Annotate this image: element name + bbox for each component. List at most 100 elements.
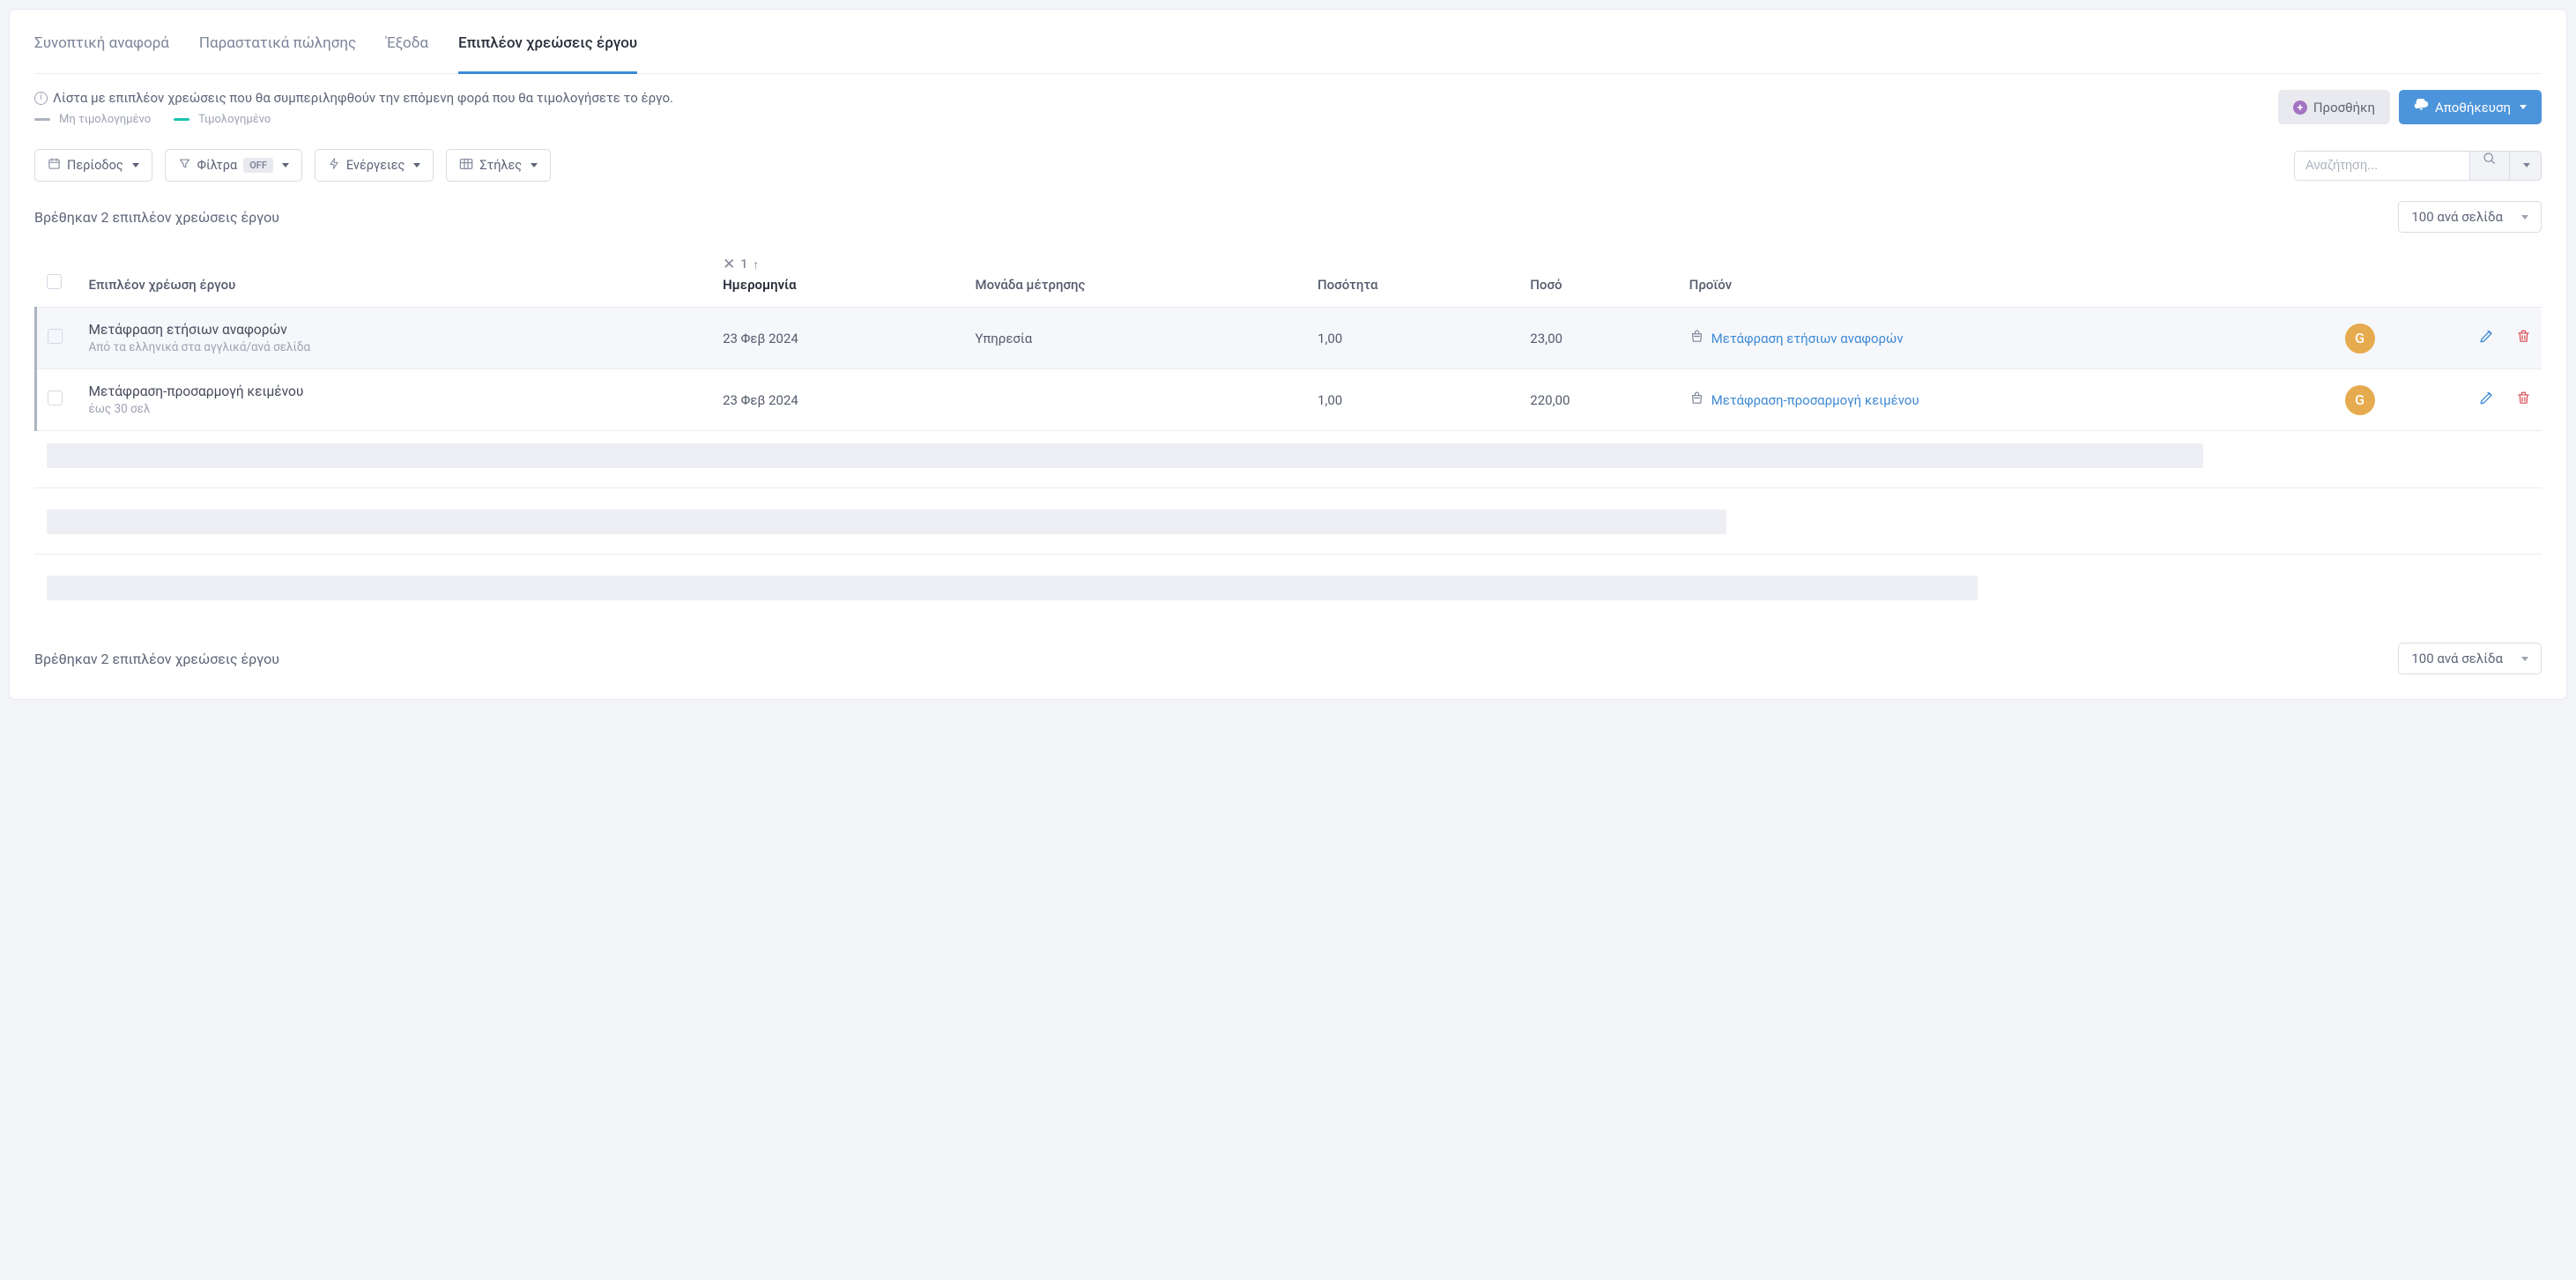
period-label: Περίοδος — [67, 158, 123, 173]
results-count-bottom: Βρέθηκαν 2 επιπλέον χρεώσεις έργου — [34, 651, 279, 667]
charge-title: Μετάφραση-προσαρμογή κειμένου — [89, 383, 702, 399]
product-link[interactable]: Μετάφραση-προσαρμογή κειμένου — [1689, 391, 1919, 409]
results-bar-top: Βρέθηκαν 2 επιπλέον χρεώσεις έργου 100 α… — [34, 201, 2542, 233]
th-product[interactable]: Προϊόν — [1679, 242, 2335, 308]
row-checkbox[interactable] — [48, 391, 63, 406]
actions-button[interactable]: Ενέργειες — [315, 149, 434, 182]
info-block: i Λίστα με επιπλέον χρεώσεις που θα συμπ… — [34, 90, 673, 126]
cell-charge: Μετάφραση-προσαρμογή κειμένου έως 30 σελ — [78, 369, 713, 431]
add-button-label: Προσθήκη — [2313, 100, 2375, 115]
page-size-select-top[interactable]: 100 ανά σελίδα — [2398, 201, 2542, 233]
tabs-bar: Συνοπτική αναφορά Παραστατικά πώλησης Έξ… — [34, 10, 2542, 74]
results-bar-bottom: Βρέθηκαν 2 επιπλέον χρεώσεις έργου 100 α… — [34, 643, 2542, 674]
legend-invoiced: Τιμολογημένο — [174, 113, 271, 126]
delete-button[interactable] — [2516, 394, 2531, 410]
lightning-icon — [328, 157, 340, 174]
th-charge[interactable]: Επιπλέον χρέωση έργου — [78, 242, 713, 308]
cell-edit — [2468, 369, 2505, 431]
chevron-down-icon — [132, 163, 139, 167]
filters-button[interactable]: Φίλτρα OFF — [165, 149, 302, 182]
plus-circle-icon: + — [2293, 100, 2307, 115]
info-icon: i — [34, 92, 48, 105]
cell-qty: 1,00 — [1307, 369, 1519, 431]
th-delete — [2505, 242, 2542, 308]
cell-amount: 23,00 — [1519, 308, 1678, 369]
page-size-select-bottom[interactable]: 100 ανά σελίδα — [2398, 643, 2542, 674]
th-date[interactable]: ✕ 1 ↑ Ημερομηνία — [712, 242, 964, 308]
charge-title: Μετάφραση ετήσιων αναφορών — [89, 322, 702, 338]
clear-sort-icon[interactable]: ✕ — [723, 256, 735, 273]
chevron-down-icon — [531, 163, 538, 167]
cell-delete — [2505, 369, 2542, 431]
skeleton-placeholder — [47, 576, 1978, 600]
filters-label: Φίλτρα — [197, 158, 238, 173]
row-checkbox-cell — [36, 308, 78, 369]
th-date-label: Ημερομηνία — [723, 277, 954, 293]
legend-invoiced-label: Τιμολογημένο — [198, 113, 271, 126]
tab-expenses[interactable]: Έξοδα — [386, 10, 428, 74]
legend: Μη τιμολογημένο Τιμολογημένο — [34, 113, 673, 126]
chevron-down-icon — [2523, 163, 2530, 167]
avatar[interactable]: G — [2345, 385, 2375, 415]
tab-summary[interactable]: Συνοπτική αναφορά — [34, 10, 169, 74]
tab-sales-docs[interactable]: Παραστατικά πώλησης — [199, 10, 356, 74]
select-all-checkbox[interactable] — [47, 274, 62, 289]
th-edit — [2468, 242, 2505, 308]
avatar[interactable]: G — [2345, 324, 2375, 353]
chevron-down-icon — [2521, 657, 2528, 661]
save-button-label: Αποθήκευση — [2435, 100, 2511, 115]
cell-avatar: G — [2335, 369, 2468, 431]
add-button[interactable]: + Προσθήκη — [2278, 90, 2390, 124]
cell-charge: Μετάφραση ετήσιων αναφορών Από τα ελληνι… — [78, 308, 713, 369]
charges-table: Επιπλέον χρέωση έργου ✕ 1 ↑ Ημερομηνία Μ… — [34, 242, 2542, 431]
search-group — [2294, 151, 2542, 181]
chevron-down-icon — [413, 163, 420, 167]
columns-button[interactable]: Στήλες — [446, 149, 551, 182]
tab-extra-charges[interactable]: Επιπλέον χρεώσεις έργου — [458, 10, 637, 74]
actions-label: Ενέργειες — [346, 158, 405, 173]
edit-button[interactable] — [2478, 394, 2495, 410]
th-unit[interactable]: Μονάδα μέτρησης — [965, 242, 1307, 308]
page-size-label: 100 ανά σελίδα — [2411, 209, 2503, 225]
product-link-label: Μετάφραση ετήσιων αναφορών — [1711, 331, 1904, 346]
bag-icon — [1689, 329, 1704, 347]
header-actions: + Προσθήκη Αποθήκευση — [2278, 90, 2542, 124]
legend-not-invoiced-label: Μη τιμολογημένο — [59, 113, 151, 126]
cell-date: 23 Φεβ 2024 — [712, 308, 964, 369]
cell-amount: 220,00 — [1519, 369, 1678, 431]
row-checkbox-cell — [36, 369, 78, 431]
search-button[interactable] — [2470, 151, 2510, 181]
bag-icon — [1689, 391, 1704, 409]
sort-indicator[interactable]: ✕ 1 ↑ — [723, 256, 954, 273]
swatch-teal-icon — [174, 118, 189, 121]
cell-product: Μετάφραση ετήσιων αναφορών — [1679, 308, 2335, 369]
chevron-down-icon — [282, 163, 289, 167]
save-button[interactable]: Αποθήκευση — [2399, 90, 2542, 124]
row-checkbox[interactable] — [48, 329, 63, 344]
cell-product: Μετάφραση-προσαρμογή κειμένου — [1679, 369, 2335, 431]
th-amount[interactable]: Ποσό — [1519, 242, 1678, 308]
legend-not-invoiced: Μη τιμολογημένο — [34, 113, 151, 126]
filter-icon — [178, 157, 191, 174]
skeleton-placeholder — [47, 510, 1726, 534]
columns-label: Στήλες — [479, 158, 522, 173]
th-quantity[interactable]: Ποσότητα — [1307, 242, 1519, 308]
table-row[interactable]: Μετάφραση ετήσιων αναφορών Από τα ελληνι… — [36, 308, 2543, 369]
cloud-save-icon — [2414, 99, 2429, 115]
edit-button[interactable] — [2478, 332, 2495, 348]
toolbar-left: Περίοδος Φίλτρα OFF Ενέργειες — [34, 149, 551, 182]
cell-avatar: G — [2335, 308, 2468, 369]
delete-button[interactable] — [2516, 332, 2531, 348]
th-checkbox — [36, 242, 78, 308]
search-input[interactable] — [2294, 151, 2470, 181]
search-dropdown-button[interactable] — [2510, 151, 2542, 181]
period-button[interactable]: Περίοδος — [34, 149, 152, 182]
skeleton-placeholder — [47, 443, 2203, 468]
toolbar: Περίοδος Φίλτρα OFF Ενέργειες — [34, 149, 2542, 182]
header-row: i Λίστα με επιπλέον χρεώσεις που θα συμπ… — [34, 90, 2542, 126]
table-header-row: Επιπλέον χρέωση έργου ✕ 1 ↑ Ημερομηνία Μ… — [36, 242, 2543, 308]
skeleton-rows — [34, 443, 2542, 620]
cell-edit — [2468, 308, 2505, 369]
product-link[interactable]: Μετάφραση ετήσιων αναφορών — [1689, 329, 1904, 347]
table-row[interactable]: Μετάφραση-προσαρμογή κειμένου έως 30 σελ… — [36, 369, 2543, 431]
